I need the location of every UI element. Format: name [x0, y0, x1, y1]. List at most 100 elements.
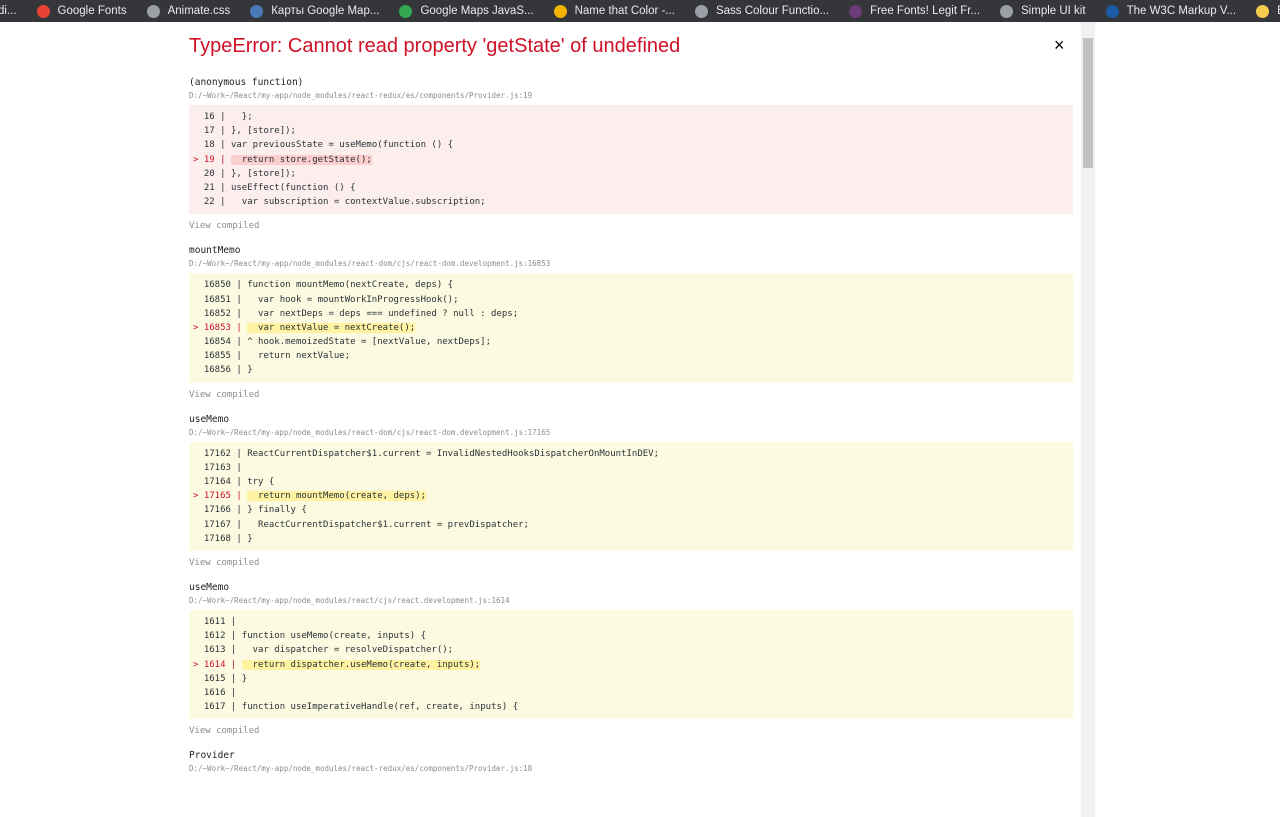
code-line: 17167 | ReactCurrentDispatcher$1.current… — [189, 518, 1073, 532]
code-text: var nextValue = nextCreate(); — [247, 322, 416, 333]
code-text: } finally { — [247, 505, 307, 516]
code-text: ReactCurrentDispatcher$1.current = Inval… — [247, 448, 659, 459]
w3c-icon — [1105, 4, 1119, 18]
bookmark[interactable]: Buttons hover — [1256, 4, 1280, 18]
code-line: 17166 | } finally { — [189, 503, 1073, 517]
code-text: useEffect(function () { — [230, 182, 356, 193]
frame-file-path[interactable]: D:/~Work~/React/my-app/node_modules/reac… — [189, 764, 1073, 778]
line-number: > 1614 | — [193, 659, 242, 670]
folder-icon — [1256, 4, 1270, 18]
code-line: 1617 | function useImperativeHandle(ref,… — [189, 700, 1073, 714]
view-compiled-link[interactable]: View compiled — [189, 221, 1073, 235]
line-number: 16855 | — [193, 351, 248, 362]
code-text: }; — [230, 112, 253, 122]
bookmark-label: Google Fonts — [57, 5, 127, 17]
code-text: var hook = mountWorkInProgressHook(); — [247, 294, 459, 305]
code-text: } — [247, 533, 253, 544]
bookmark[interactable]: Sass Colour Functio... — [694, 4, 830, 18]
scrollbar[interactable] — [1081, 22, 1095, 817]
code-line: 16854 | ^ hook.memoizedState = [nextValu… — [189, 335, 1073, 349]
bookmark-label: Animate.css — [167, 5, 231, 17]
code-line: 17164 | try { — [189, 475, 1073, 489]
error-overlay: TypeError: Cannot read property 'getStat… — [189, 22, 1073, 778]
bookmark-label: Sass Colour Functio... — [715, 5, 830, 17]
code-line: 1612 | function useMemo(create, inputs) … — [189, 629, 1073, 643]
globe-icon — [694, 4, 708, 18]
line-number: 17164 | — [193, 477, 248, 487]
code-text: function useImperativeHandle(ref, create… — [241, 702, 519, 713]
line-number: 17168 | — [193, 533, 248, 544]
line-number: > 19 | — [193, 154, 231, 165]
close-button[interactable]: × — [1054, 35, 1065, 56]
view-compiled-link[interactable]: View compiled — [189, 558, 1073, 572]
line-number: 16852 | — [193, 308, 248, 319]
color-icon — [553, 4, 567, 18]
stack-frame: (anonymous function) D:/~Work~/React/my-a… — [189, 77, 1073, 235]
bookmark-label: Google Maps JavaS... — [420, 5, 534, 17]
code-text: ReactCurrentDispatcher$1.current = prevD… — [247, 519, 529, 530]
code-text: return nextValue; — [247, 351, 351, 362]
line-number: 18 | — [193, 140, 231, 151]
code-line: 17162 | ReactCurrentDispatcher$1.current… — [189, 447, 1073, 461]
frame-file-path[interactable]: D:/~Work~/React/my-app/node_modules/reac… — [189, 428, 1073, 442]
code-text: try { — [247, 477, 275, 487]
code-line: > 19 | return store.getState(); — [189, 153, 1073, 167]
code-text: } — [247, 365, 253, 376]
bookmark-label: Simple UI kit — [1021, 5, 1086, 17]
code-line: 16852 | var nextDeps = deps === undefine… — [189, 307, 1073, 321]
line-number: 17163 | — [193, 462, 248, 473]
frame-function-name: mountMemo — [189, 245, 241, 257]
line-number: 16 | — [193, 112, 231, 122]
fonts-icon — [849, 4, 863, 18]
bookmark-label: Карты Google Map... — [271, 5, 380, 17]
code-line: 16850 | function mountMemo(nextCreate, d… — [189, 278, 1073, 292]
code-line: 16 | }; — [189, 110, 1073, 124]
maps-js-icon — [399, 4, 413, 18]
maps-icon — [250, 4, 264, 18]
code-line: 1616 | — [189, 686, 1073, 700]
line-number: 1615 | — [193, 673, 242, 684]
globe-icon — [146, 4, 160, 18]
bookmark[interactable]: The W3C Markup V... — [1105, 4, 1237, 18]
code-line: 1615 | } — [189, 672, 1073, 686]
bookmark[interactable]: Animate.css — [146, 4, 231, 18]
bookmark[interactable]: Name that Color -... — [553, 4, 675, 18]
line-number: > 16853 | — [193, 322, 248, 333]
code-line: 16851 | var hook = mountWorkInProgressHo… — [189, 293, 1073, 307]
code-line: 20 | }, [store]); — [189, 167, 1073, 181]
bookmark[interactable]: Simple UI kit — [1000, 4, 1086, 18]
frame-file-path[interactable]: D:/~Work~/React/my-app/node_modules/reac… — [189, 259, 1073, 273]
line-number: 1613 | — [193, 645, 242, 656]
code-line: 1611 | — [189, 615, 1073, 629]
code-text: function useMemo(create, inputs) { — [241, 631, 427, 642]
bookmark[interactable]: Карты Google Map... — [250, 4, 380, 18]
bookmark-label: The W3C Markup V... — [1126, 5, 1237, 17]
code-text: var subscription = contextValue.subscrip… — [230, 197, 486, 208]
error-title: TypeError: Cannot read property 'getStat… — [189, 35, 681, 57]
frame-file-path[interactable]: D:/~Work~/React/my-app/node_modules/reac… — [189, 91, 1073, 105]
line-number: 16851 | — [193, 294, 248, 305]
scrollbar-thumb[interactable] — [1083, 38, 1093, 168]
view-compiled-link[interactable]: View compiled — [189, 726, 1073, 740]
line-number: 17166 | — [193, 505, 248, 516]
google-fonts-icon — [36, 4, 50, 18]
code-line: 22 | var subscription = contextValue.sub… — [189, 195, 1073, 209]
code-snippet: 1611 | 1612 | function useMemo(create, i… — [189, 609, 1073, 720]
code-line: 17 | }, [store]); — [189, 124, 1073, 138]
bookmarks-bar: di... Google Fonts Animate.css Карты Google… — [0, 0, 1280, 22]
bookmark[interactable]: di... — [0, 5, 17, 17]
view-compiled-link[interactable]: View compiled — [189, 390, 1073, 404]
bookmark[interactable]: Free Fonts! Legit Fr... — [849, 4, 981, 18]
line-number: 17 | — [193, 126, 231, 137]
code-snippet: 16850 | function mountMemo(nextCreate, d… — [189, 273, 1073, 383]
code-text: var nextDeps = deps === undefined ? null… — [247, 308, 519, 319]
code-text: } — [241, 673, 248, 684]
frame-file-path[interactable]: D:/~Work~/React/my-app/node_modules/reac… — [189, 596, 1073, 610]
bookmark-label: Free Fonts! Legit Fr... — [870, 5, 981, 17]
code-line: 16855 | return nextValue; — [189, 349, 1073, 363]
code-text: ^ hook.memoizedState = [nextValue, nextD… — [247, 337, 492, 348]
bookmark[interactable]: Google Maps JavaS... — [399, 4, 534, 18]
code-line: > 17165 | return mountMemo(create, deps)… — [189, 489, 1073, 503]
bookmark[interactable]: Google Fonts — [36, 4, 127, 18]
stack-frame: mountMemo D:/~Work~/React/my-app/node_mod… — [189, 245, 1073, 403]
